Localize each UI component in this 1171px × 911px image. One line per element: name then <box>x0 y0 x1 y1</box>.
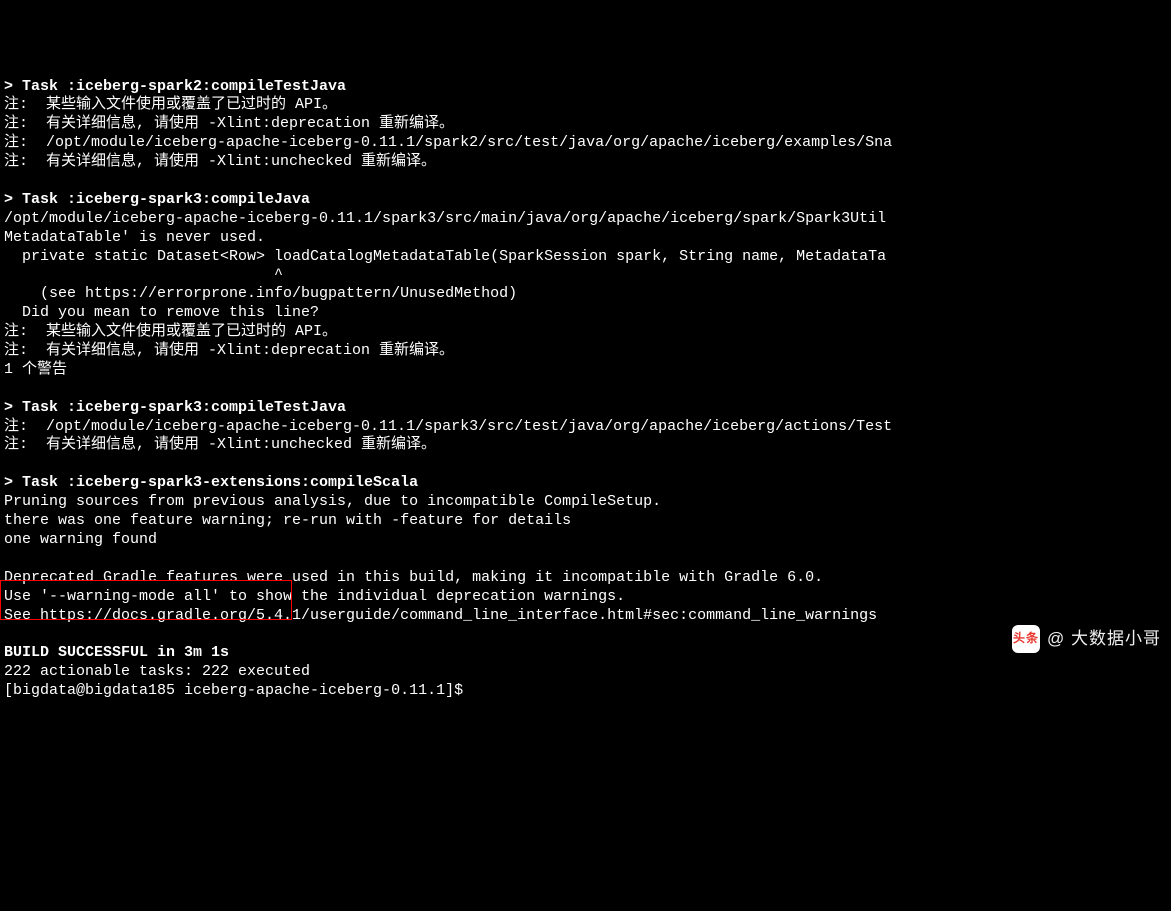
terminal-line: [bigdata@bigdata185 iceberg-apache-icebe… <box>4 682 1167 701</box>
terminal-line: Did you mean to remove this line? <box>4 304 1167 323</box>
terminal-line: 注: /opt/module/iceberg-apache-iceberg-0.… <box>4 418 1167 437</box>
watermark: 头条 @ 大数据小哥 <box>1012 625 1161 653</box>
terminal-line: 注: /opt/module/iceberg-apache-iceberg-0.… <box>4 134 1167 153</box>
terminal-line: > Task :iceberg-spark2:compileTestJava <box>4 78 1167 97</box>
terminal-line: > Task :iceberg-spark3:compileJava <box>4 191 1167 210</box>
terminal-line: 222 actionable tasks: 222 executed <box>4 663 1167 682</box>
terminal-line: 注: 某些输入文件使用或覆盖了已过时的 API。 <box>4 323 1167 342</box>
terminal-line: BUILD SUCCESSFUL in 3m 1s <box>4 644 1167 663</box>
terminal-line: > Task :iceberg-spark3:compileTestJava <box>4 399 1167 418</box>
terminal-line: 注: 有关详细信息, 请使用 -Xlint:deprecation 重新编译。 <box>4 115 1167 134</box>
terminal-line: there was one feature warning; re-run wi… <box>4 512 1167 531</box>
watermark-icon: 头条 <box>1012 625 1040 653</box>
terminal-line: 1 个警告 <box>4 361 1167 380</box>
terminal-line: (see https://errorprone.info/bugpattern/… <box>4 285 1167 304</box>
terminal-line: one warning found <box>4 531 1167 550</box>
terminal-line <box>4 625 1167 644</box>
terminal-line: > Task :iceberg-spark3-extensions:compil… <box>4 474 1167 493</box>
terminal-line <box>4 380 1167 399</box>
terminal-line: 注: 某些输入文件使用或覆盖了已过时的 API。 <box>4 96 1167 115</box>
terminal-output[interactable]: > Task :iceberg-spark2:compileTestJava注:… <box>4 78 1167 741</box>
terminal-line <box>4 550 1167 569</box>
terminal-line: 注: 有关详细信息, 请使用 -Xlint:unchecked 重新编译。 <box>4 153 1167 172</box>
terminal-line: /opt/module/iceberg-apache-iceberg-0.11.… <box>4 210 1167 229</box>
terminal-line: MetadataTable' is never used. <box>4 229 1167 248</box>
terminal-line: Pruning sources from previous analysis, … <box>4 493 1167 512</box>
terminal-line <box>4 172 1167 191</box>
terminal-line <box>4 455 1167 474</box>
terminal-line: ^ <box>4 266 1167 285</box>
watermark-text: @ 大数据小哥 <box>1047 628 1161 649</box>
terminal-line: Deprecated Gradle features were used in … <box>4 569 1167 588</box>
terminal-line: 注: 有关详细信息, 请使用 -Xlint:deprecation 重新编译。 <box>4 342 1167 361</box>
terminal-line: private static Dataset<Row> loadCatalogM… <box>4 248 1167 267</box>
terminal-line: See https://docs.gradle.org/5.4.1/usergu… <box>4 607 1167 626</box>
terminal-line: 注: 有关详细信息, 请使用 -Xlint:unchecked 重新编译。 <box>4 436 1167 455</box>
terminal-line: Use '--warning-mode all' to show the ind… <box>4 588 1167 607</box>
